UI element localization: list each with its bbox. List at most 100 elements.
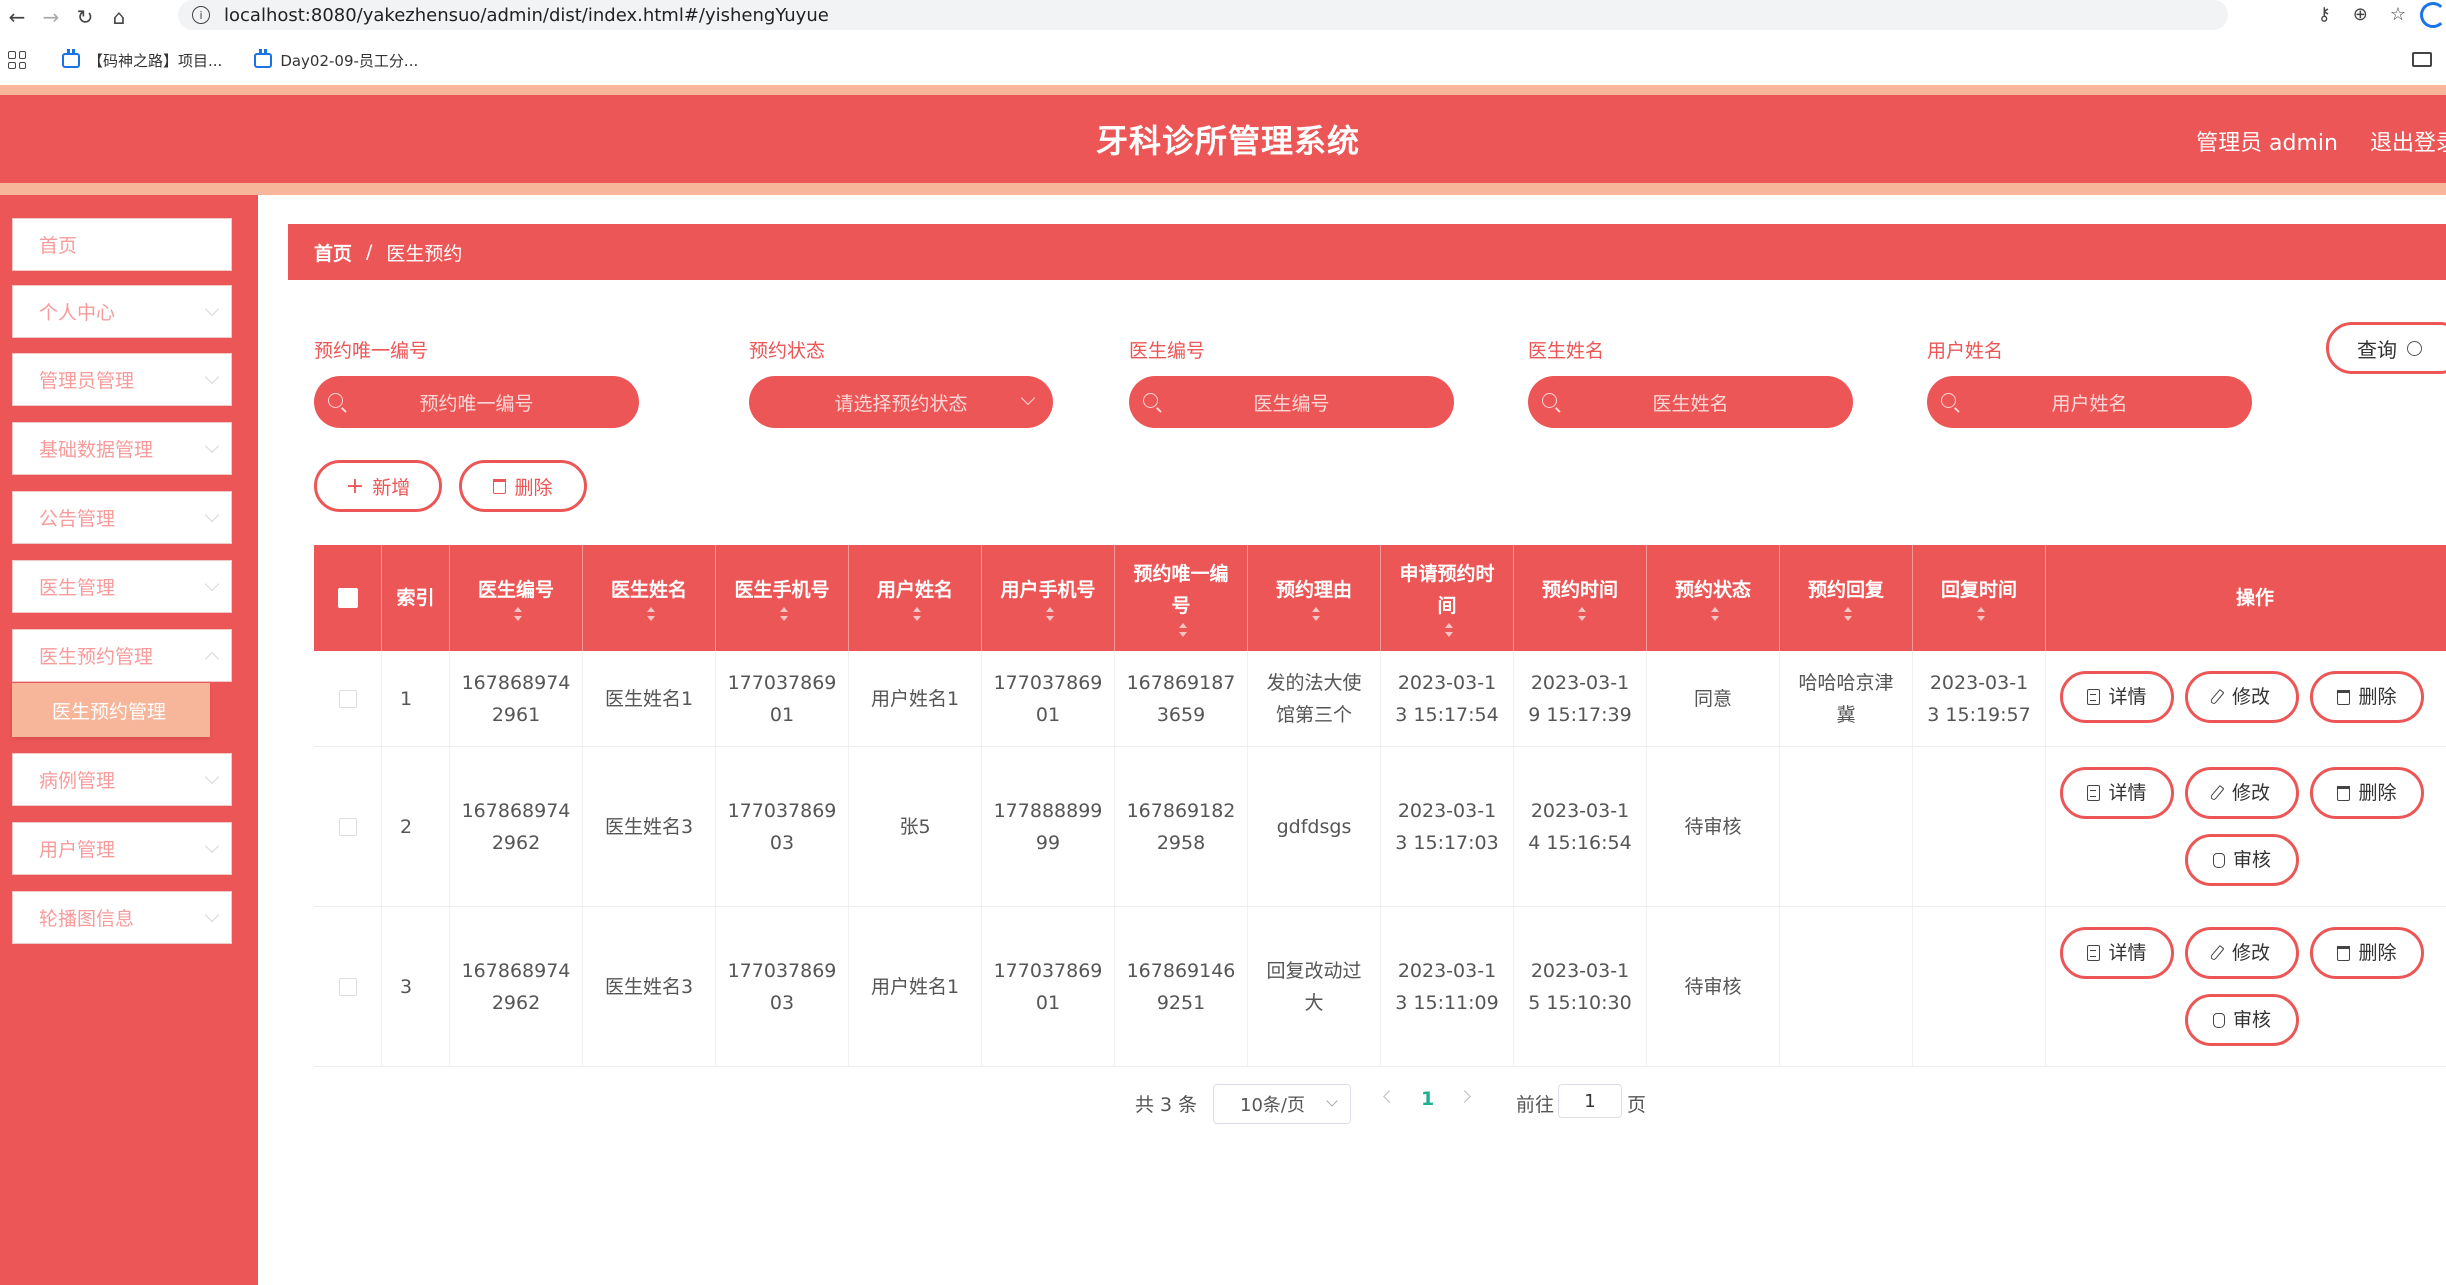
row-select-cell[interactable]	[314, 651, 382, 746]
app-title: 牙科诊所管理系统	[1095, 122, 1360, 160]
query-button[interactable]: 查询	[2326, 322, 2446, 374]
header-booking-time[interactable]: 预约时间	[1514, 545, 1647, 651]
site-info-icon[interactable]: i	[192, 6, 210, 24]
app-header: 牙科诊所管理系统 管理员 admin 退出登录	[0, 95, 2446, 183]
doctor-no-input[interactable]: 医生编号	[1129, 376, 1454, 428]
user-name-input[interactable]: 用户姓名	[1927, 376, 2252, 428]
url-text: localhost:8080/yakezhensuo/admin/dist/in…	[224, 4, 829, 26]
review-button[interactable]: 审核	[2185, 834, 2299, 886]
cell-operations: 详情 修改 删除	[2046, 651, 2446, 746]
sort-icon[interactable]	[1843, 606, 1853, 622]
row-checkbox[interactable]	[338, 817, 357, 836]
header-status[interactable]: 预约状态	[1647, 545, 1780, 651]
goto-suffix: 页	[1627, 1094, 1647, 1116]
edit-button[interactable]: 修改	[2185, 767, 2299, 819]
sort-icon[interactable]	[779, 606, 789, 622]
sort-icon[interactable]	[912, 606, 922, 622]
sort-icon[interactable]	[1577, 606, 1587, 622]
sort-icon[interactable]	[513, 606, 523, 622]
review-button[interactable]: 审核	[2185, 994, 2299, 1046]
edit-button[interactable]: 修改	[2185, 927, 2299, 979]
row-checkbox[interactable]	[338, 977, 357, 996]
table-row: 1 167868974 2961 医生姓名1 177037869 01 用户姓名1 …	[314, 651, 2446, 747]
doctor-name-input[interactable]: 医生姓名	[1528, 376, 1853, 428]
logout-link[interactable]: 退出登录	[2370, 125, 2446, 157]
header-stripe	[0, 85, 2446, 95]
sidebar-item-basic-data[interactable]: 基础数据管理	[12, 422, 232, 475]
password-key-icon[interactable]: ⚷	[2318, 4, 2331, 25]
cell-reply-time	[1913, 747, 2046, 906]
breadcrumb-home[interactable]: 首页	[314, 239, 352, 266]
booking-no-input[interactable]: 预约唯一编号	[314, 376, 639, 428]
detail-button[interactable]: 详情	[2060, 671, 2174, 723]
cell-booking-time: 2023-03-1 4 15:16:54	[1514, 747, 1647, 906]
apps-grid-icon[interactable]	[8, 51, 26, 69]
cell-doctor-phone: 177037869 03	[716, 747, 849, 906]
bookmark-item[interactable]: Day02-09-员工分...	[254, 48, 418, 71]
page-size-select[interactable]: 10条/页	[1213, 1084, 1351, 1124]
sidebar-item-profile[interactable]: 个人中心	[12, 285, 232, 338]
header-reply[interactable]: 预约回复	[1780, 545, 1913, 651]
delete-button[interactable]: 删除	[2310, 767, 2424, 819]
header-booking-no[interactable]: 预约唯一编号	[1115, 545, 1248, 651]
sidebar-subitem-appointments[interactable]: 医生预约管理	[12, 683, 210, 737]
profile-icon[interactable]	[2420, 2, 2446, 28]
header-apply-time[interactable]: 申请预约时间	[1381, 545, 1514, 651]
header-user-phone[interactable]: 用户手机号	[982, 545, 1115, 651]
folder-icon[interactable]	[2412, 52, 2432, 67]
sort-icon[interactable]	[1311, 606, 1321, 622]
sidebar-item-doctors[interactable]: 医生管理	[12, 560, 232, 613]
breadcrumb-separator: /	[366, 241, 373, 263]
sidebar-item-home[interactable]: 首页	[12, 218, 232, 271]
header-reply-time[interactable]: 回复时间	[1913, 545, 2046, 651]
header-doctor-no[interactable]: 医生编号	[450, 545, 583, 651]
zoom-icon[interactable]: ⊕	[2353, 4, 2368, 25]
page-number-current[interactable]: 1	[1421, 1088, 1434, 1110]
sort-icon[interactable]	[1710, 606, 1720, 622]
batch-delete-button[interactable]: 删除	[459, 460, 587, 512]
prev-page-icon[interactable]	[1383, 1090, 1396, 1103]
sort-icon[interactable]	[1444, 622, 1454, 638]
chevron-up-icon	[204, 651, 220, 667]
bookmark-star-icon[interactable]: ☆	[2390, 4, 2406, 25]
sidebar-item-users[interactable]: 用户管理	[12, 822, 232, 875]
goto-page-input[interactable]: 1	[1558, 1084, 1622, 1118]
sidebar-item-carousel[interactable]: 轮播图信息	[12, 891, 232, 944]
sort-icon[interactable]	[1045, 606, 1055, 622]
sort-icon[interactable]	[1178, 622, 1188, 638]
forward-icon[interactable]: →	[34, 0, 68, 34]
header-reason[interactable]: 预约理由	[1248, 545, 1381, 651]
row-checkbox[interactable]	[338, 689, 357, 708]
address-bar[interactable]: i localhost:8080/yakezhensuo/admin/dist/…	[178, 0, 2228, 30]
header-user-name[interactable]: 用户姓名	[849, 545, 982, 651]
header-doctor-phone[interactable]: 医生手机号	[716, 545, 849, 651]
pagination-total: 共 3 条	[1135, 1094, 1198, 1116]
delete-button[interactable]: 删除	[2310, 927, 2424, 979]
sidebar-item-cases[interactable]: 病例管理	[12, 753, 232, 806]
detail-button[interactable]: 详情	[2060, 767, 2174, 819]
edit-button[interactable]: 修改	[2185, 671, 2299, 723]
sidebar-item-appointments[interactable]: 医生预约管理	[12, 629, 232, 682]
sidebar-item-notices[interactable]: 公告管理	[12, 491, 232, 544]
booking-status-select[interactable]: 请选择预约状态	[749, 376, 1053, 428]
bookmark-item[interactable]: 【码神之路】项目...	[62, 48, 222, 71]
row-select-cell[interactable]	[314, 747, 382, 906]
detail-button[interactable]: 详情	[2060, 927, 2174, 979]
select-all-checkbox[interactable]	[337, 588, 358, 608]
reload-icon[interactable]: ↻	[68, 0, 102, 34]
row-select-cell[interactable]	[314, 907, 382, 1066]
home-icon[interactable]: ⌂	[102, 0, 136, 34]
delete-button[interactable]: 删除	[2310, 671, 2424, 723]
cell-user-name: 用户姓名1	[849, 651, 982, 746]
hand-pointer-icon	[2212, 1012, 2225, 1028]
sidebar-item-admins[interactable]: 管理员管理	[12, 353, 232, 406]
select-all-cell[interactable]	[314, 545, 382, 651]
sort-icon[interactable]	[1976, 606, 1986, 622]
back-icon[interactable]: ←	[0, 0, 34, 34]
add-button[interactable]: + 新增	[314, 460, 442, 512]
next-page-icon[interactable]	[1458, 1090, 1471, 1103]
search-icon	[1542, 393, 1557, 408]
header-doctor-name[interactable]: 医生姓名	[583, 545, 716, 651]
cell-status: 同意	[1647, 651, 1780, 746]
sort-icon[interactable]	[646, 606, 656, 622]
